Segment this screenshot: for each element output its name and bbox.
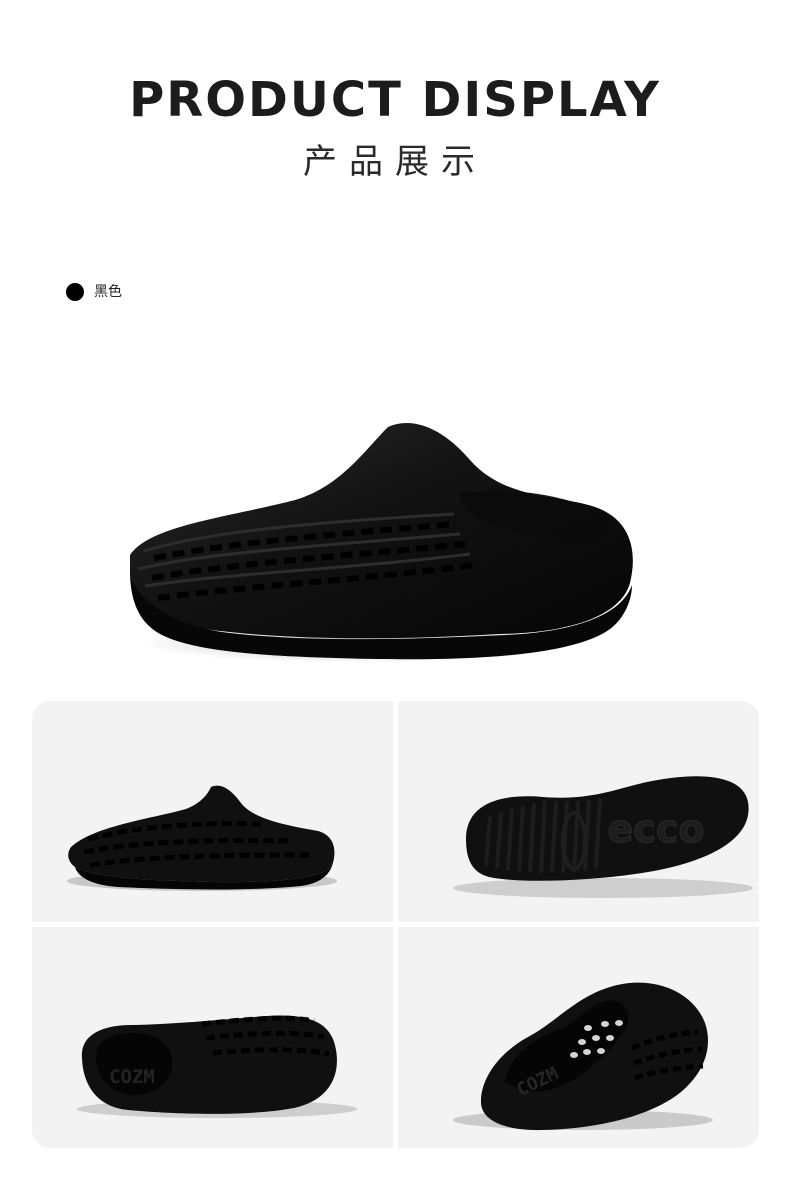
product-gallery: ecco COZM COZM: [32, 701, 759, 1148]
gallery-tile-side-view[interactable]: [32, 701, 393, 922]
color-swatch: [66, 283, 84, 301]
color-name: 黑色: [94, 284, 122, 300]
gallery-tile-top-view[interactable]: COZM: [32, 927, 393, 1148]
page-title-english: PRODUCT DISPLAY: [129, 72, 661, 128]
product-display-page: PRODUCT DISPLAY 产品展示 黑色 ecco COZM COZM: [0, 0, 790, 1195]
sole-view-image: ecco: [453, 776, 753, 898]
top-view-image: COZM: [77, 1015, 357, 1118]
gallery-tile-sole-view[interactable]: ecco: [398, 701, 759, 922]
page-title-chinese: 产品展示: [303, 142, 487, 182]
insole-text-front: COZM: [109, 1066, 155, 1088]
back-view-image: COZM: [453, 982, 713, 1131]
hero-product-image: [130, 423, 633, 663]
gallery-tile-back-view[interactable]: COZM: [398, 927, 759, 1148]
side-view-image: [67, 785, 337, 891]
color-option[interactable]: 黑色: [66, 282, 122, 302]
sole-logo-text: ecco: [608, 807, 705, 851]
